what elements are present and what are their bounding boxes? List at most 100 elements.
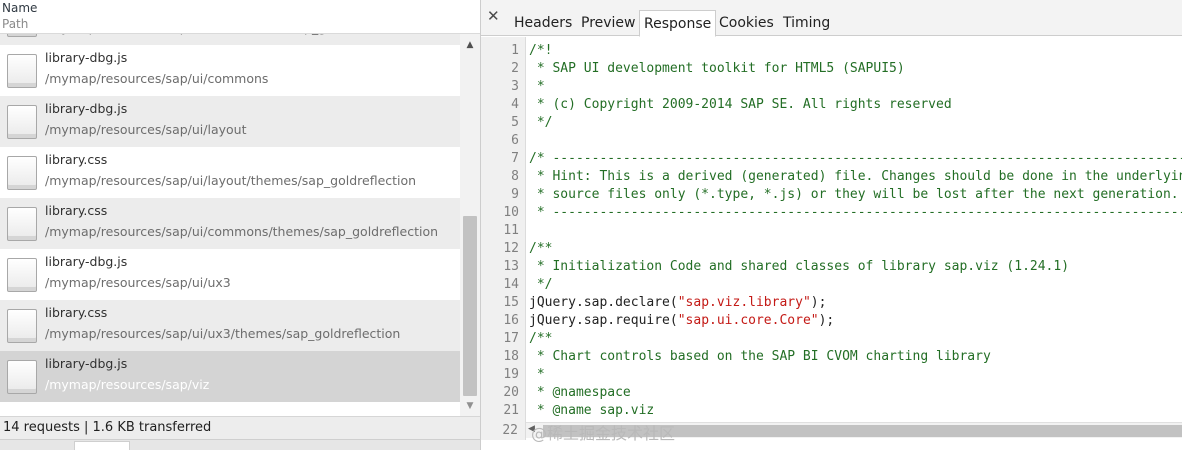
line-number: 19: [503, 367, 519, 382]
request-list-scrollbar[interactable]: ▲ ▼: [460, 34, 480, 416]
status-bar: 14 requests | 1.6 KB transferred: [0, 416, 480, 439]
code-comment: * Chart controls based on the SAP BI CVO…: [529, 349, 991, 364]
line-number: 16: [503, 313, 519, 328]
code-line: 19 *: [481, 366, 1182, 384]
code-comment: /*!: [529, 43, 553, 58]
code-text: */: [529, 276, 553, 294]
request-row[interactable]: library-dbg.js/mymap/resources/sap/viz: [0, 351, 460, 402]
code-comment: * @name sap.viz: [529, 403, 655, 418]
scroll-up-arrow-icon[interactable]: ▲: [460, 38, 480, 52]
line-number: 17: [503, 331, 519, 346]
code-line: 11: [481, 222, 1182, 240]
line-number: 4: [511, 97, 519, 112]
request-name: library-dbg.js: [45, 101, 128, 116]
code-comment: *: [529, 367, 545, 382]
tab-cookies[interactable]: Cookies: [716, 10, 777, 36]
bottom-drawer-tab[interactable]: [74, 441, 130, 450]
request-row[interactable]: /mymap/resources/sap/ui/core/themes/sap_…: [0, 34, 460, 45]
code-comment: /**: [529, 241, 553, 256]
request-row[interactable]: library-dbg.js/mymap/resources/sap/ui/co…: [0, 45, 460, 96]
file-icon: [7, 360, 37, 394]
line-number: 11: [503, 223, 519, 238]
string-literal: "sap.ui.core.Core": [677, 313, 819, 328]
code-text: /* -------------------------------------…: [529, 150, 1182, 168]
code-line: 4 * (c) Copyright 2009-2014 SAP SE. All …: [481, 96, 1182, 114]
code-line: 1 /*!: [481, 42, 1182, 60]
code-token: );: [810, 295, 827, 310]
request-row[interactable]: library-dbg.js/mymap/resources/sap/ui/la…: [0, 96, 460, 147]
code-comment: * Hint: This is a derived (generated) fi…: [529, 169, 1182, 184]
code-text: * @namespace: [529, 384, 631, 402]
code-text: * Chart controls based on the SAP BI CVO…: [529, 348, 991, 366]
code-comment: */: [529, 277, 553, 292]
tab-preview[interactable]: Preview: [578, 10, 639, 36]
line-number: 15: [503, 295, 519, 310]
scroll-down-arrow-icon[interactable]: ▼: [460, 399, 480, 413]
line-number: 18: [503, 349, 519, 364]
request-path: /mymap/resources/sap/ui/commons: [45, 71, 269, 86]
code-comment: /* -------------------------------------…: [529, 151, 1182, 166]
code-text: *: [529, 78, 545, 96]
code-comment: *: [529, 79, 545, 94]
code-text: * (c) Copyright 2009-2014 SAP SE. All ri…: [529, 96, 952, 114]
scrollbar-thumb[interactable]: [463, 216, 477, 396]
line-number: 8: [511, 169, 519, 184]
request-detail-panel: ✕ Headers Preview Response Cookies Timin…: [481, 0, 1182, 450]
code-comment: */: [529, 115, 553, 130]
code-token: jQuery.sap.declare(: [529, 295, 678, 310]
code-text: /**: [529, 240, 552, 258]
name-column-header[interactable]: Name Path: [0, 0, 480, 34]
response-code-view[interactable]: 1 /*! 2 * SAP UI development toolkit for H…: [481, 37, 1182, 422]
code-text: *: [529, 366, 545, 384]
code-text: * Initialization Code and shared classes…: [529, 258, 1069, 276]
tab-headers[interactable]: Headers: [511, 10, 575, 36]
code-comment: * SAP UI development toolkit for HTML5 (…: [529, 61, 905, 76]
file-icon: [7, 258, 37, 292]
request-name: library-dbg.js: [45, 254, 128, 269]
request-row[interactable]: library.css/mymap/resources/sap/ui/commo…: [0, 198, 460, 249]
request-row[interactable]: library-dbg.js/mymap/resources/sap/ui/ux…: [0, 249, 460, 300]
watermark-text: @稀土掘金技术社区: [531, 424, 676, 443]
line-number: 9: [511, 187, 519, 202]
code-line: 2 * SAP UI development toolkit for HTML5…: [481, 60, 1182, 78]
request-summary-text: 14 requests | 1.6 KB transferred: [3, 420, 212, 435]
code-line: 5 */: [481, 114, 1182, 132]
request-name: library.css: [45, 305, 108, 320]
line-number: 1: [511, 43, 519, 58]
file-icon: [7, 156, 37, 190]
request-row[interactable]: library.css/mymap/resources/sap/ui/ux3/t…: [0, 300, 460, 351]
code-line: 13 * Initialization Code and shared clas…: [481, 258, 1182, 276]
request-list: /mymap/resources/sap/ui/core/themes/sap_…: [0, 34, 460, 416]
string-literal: "sap.viz.library": [677, 295, 811, 310]
code-line: 14 */: [481, 276, 1182, 294]
code-line: 9 * source files only (*.type, *.js) or …: [481, 186, 1182, 204]
line-number: 13: [503, 259, 519, 274]
line-number: 20: [503, 385, 519, 400]
file-icon: [7, 54, 37, 88]
request-path: /mymap/resources/sap/ui/ux3: [45, 275, 231, 290]
request-name: library.css: [45, 152, 108, 167]
code-comment: * (c) Copyright 2009-2014 SAP SE. All ri…: [529, 97, 952, 112]
request-path: /mymap/resources/sap/ui/core/themes/sap_…: [45, 34, 404, 35]
code-text: jQuery.sap.require("sap.ui.core.Core");: [529, 312, 834, 330]
tab-response[interactable]: Response: [639, 10, 717, 37]
code-line: 3 *: [481, 78, 1182, 96]
code-comment: /**: [529, 331, 553, 346]
close-icon[interactable]: ✕: [487, 7, 500, 25]
line-number: 3: [511, 79, 519, 94]
code-text: * --------------------------------------…: [529, 204, 1182, 222]
request-row[interactable]: library.css/mymap/resources/sap/ui/layou…: [0, 147, 460, 198]
file-icon: [7, 105, 37, 139]
line-number: 7: [511, 151, 519, 166]
code-token: );: [818, 313, 835, 328]
request-name: library-dbg.js: [45, 356, 128, 371]
code-line: 10 * -----------------------------------…: [481, 204, 1182, 222]
code-text: jQuery.sap.declare("sap.viz.library");: [529, 294, 826, 312]
code-text: * @name sap.viz: [529, 402, 654, 420]
line-number: 12: [503, 241, 519, 256]
tab-timing[interactable]: Timing: [780, 10, 833, 36]
line-number: 6: [511, 133, 519, 148]
code-line: 16 jQuery.sap.require("sap.ui.core.Core")…: [481, 312, 1182, 330]
code-text: * SAP UI development toolkit for HTML5 (…: [529, 60, 905, 78]
code-line: 7 /* ------------------------------------…: [481, 150, 1182, 168]
